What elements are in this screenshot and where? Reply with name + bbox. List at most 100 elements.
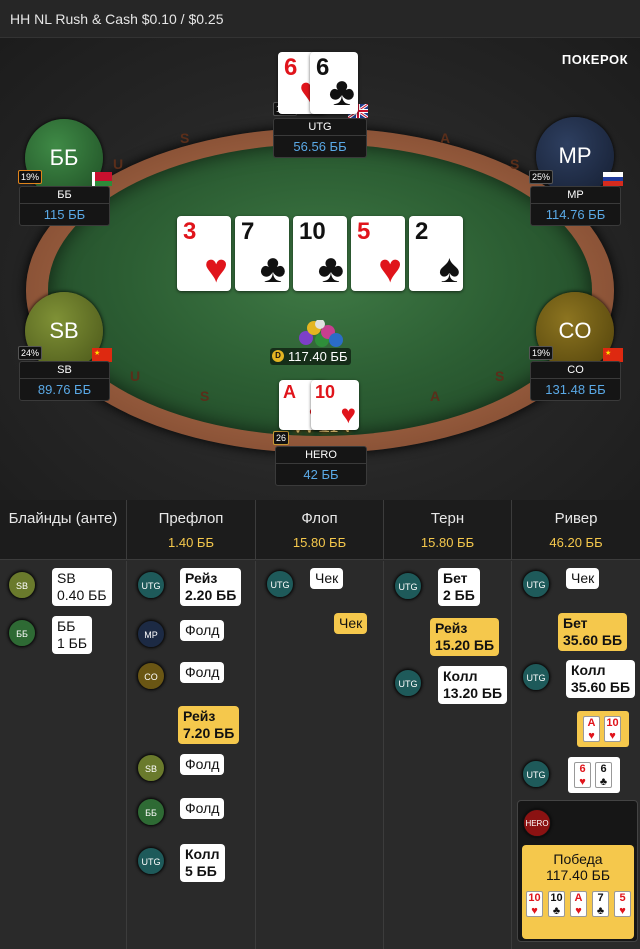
mp-nameplate[interactable]: MP 114.76 ББ bbox=[530, 186, 621, 226]
action-label: Рейз bbox=[435, 620, 468, 636]
china-flag-icon: ★ bbox=[92, 348, 112, 362]
card-rank: 6 bbox=[600, 763, 607, 775]
col-preflop-header[interactable]: Префлоп 1.40 ББ bbox=[127, 500, 256, 560]
position-icon: ББ bbox=[137, 798, 165, 826]
mp-stack: 114.76 ББ bbox=[545, 207, 606, 222]
card-suit: ♥ bbox=[531, 905, 538, 917]
co-nameplate[interactable]: CO 131.48 ББ bbox=[530, 361, 621, 401]
action-bubble: Рейз 15.20 ББ bbox=[430, 618, 500, 656]
col-pot: 15.80 ББ bbox=[420, 535, 475, 550]
co-stack: 131.48 ББ bbox=[545, 382, 606, 397]
action-bubble: Чек bbox=[566, 568, 600, 589]
mini-card: 10 ♥ bbox=[604, 716, 621, 742]
card-rank: 10 bbox=[299, 218, 326, 245]
card-suit: ♣ bbox=[599, 776, 608, 788]
card-rank: 6 bbox=[579, 763, 586, 775]
action-label: Колл bbox=[443, 668, 478, 684]
position-icon: UTG bbox=[394, 572, 422, 600]
board-card: 2 ♠ bbox=[409, 216, 463, 291]
pot-display: D 117.40 ББ bbox=[270, 348, 352, 365]
col-title: Префлоп bbox=[158, 510, 224, 527]
card-rank: 7 bbox=[597, 892, 604, 904]
action-amount: 15.20 ББ bbox=[435, 637, 495, 653]
rail-letter: S bbox=[495, 368, 505, 384]
action-bubble: Бет 35.60 ББ bbox=[558, 613, 628, 651]
action-label: ББ bbox=[57, 618, 76, 634]
card-suit: ♣ bbox=[259, 246, 286, 291]
action-bubble: Рейз 2.20 ББ bbox=[180, 568, 242, 606]
col-river-header[interactable]: Ривер 46.20 ББ bbox=[512, 500, 640, 560]
position-icon: CO bbox=[137, 662, 165, 690]
action-label: Чек bbox=[315, 570, 339, 586]
rail-letter: S bbox=[180, 130, 190, 146]
card-suit: ♥ bbox=[204, 246, 228, 291]
action-bubble: Чек bbox=[310, 568, 344, 589]
action-bubble: Фолд bbox=[180, 620, 225, 641]
winning-hand-cards: 10 ♥ 10 ♣ A ♥ 7 ♣ 5 ♥ bbox=[522, 883, 634, 923]
card-rank: A bbox=[587, 717, 596, 729]
board-card: 7 ♣ bbox=[235, 216, 289, 291]
col-blinds-header[interactable]: Блайнды (анте) bbox=[0, 500, 127, 560]
poker-table-area: ПОКЕРОК 19% UTG 56.56 ББ ББ 19% ББ 115 Б… bbox=[0, 38, 640, 500]
action-amount: 2 ББ bbox=[443, 587, 475, 603]
card-suit: ♥ bbox=[340, 400, 356, 429]
col-title: Блайнды (анте) bbox=[8, 510, 118, 527]
action-amount: 5 ББ bbox=[185, 863, 217, 879]
mp-name: MP bbox=[531, 187, 620, 204]
action-bubble: Фолд bbox=[180, 754, 225, 775]
rail-letter: U bbox=[113, 156, 124, 172]
card-suit: ♥ bbox=[575, 905, 582, 917]
hand-replayer: HH NL Rush & Cash $0.10 / $0.25 ПОКЕРОК … bbox=[0, 0, 640, 949]
action-bubble: ББ 1 ББ bbox=[52, 616, 93, 654]
hero-card: 10 ♥ bbox=[311, 380, 359, 430]
belarus-flag-icon bbox=[92, 172, 112, 186]
action-label: Фолд bbox=[185, 622, 220, 638]
chip-stack-icon bbox=[299, 320, 343, 347]
pokerok-logo: ПОКЕРОК bbox=[561, 52, 628, 67]
card-rank: 5 bbox=[357, 218, 371, 245]
action-label: SB bbox=[57, 570, 76, 586]
action-bubble: SB 0.40 ББ bbox=[52, 568, 112, 606]
card-suit: ♥ bbox=[619, 905, 626, 917]
action-label: Фолд bbox=[185, 756, 220, 772]
pot-amount: 117.40 ББ bbox=[288, 349, 348, 364]
action-bubble: Чек bbox=[334, 613, 368, 634]
col-pot: 1.40 ББ bbox=[168, 535, 214, 550]
card-suit: ♥ bbox=[579, 776, 586, 788]
bb-nameplate[interactable]: ББ 115 ББ bbox=[19, 186, 110, 226]
action-amount: 13.20 ББ bbox=[443, 685, 503, 701]
position-icon: UTG bbox=[266, 570, 294, 598]
card-rank: A bbox=[283, 382, 296, 402]
action-bubble: Колл 5 ББ bbox=[180, 844, 225, 882]
card-rank: 10 bbox=[528, 892, 541, 904]
action-label: Фолд bbox=[185, 664, 220, 680]
china-flag-icon: ★ bbox=[603, 348, 623, 362]
col-title: Флоп bbox=[301, 510, 338, 527]
action-amount: 0.40 ББ bbox=[57, 587, 107, 603]
rail-letter: S bbox=[510, 156, 520, 172]
position-icon: UTG bbox=[522, 663, 550, 691]
col-turn-header[interactable]: Терн 15.80 ББ bbox=[384, 500, 512, 560]
action-label: Чек bbox=[339, 615, 363, 631]
action-label: Колл bbox=[185, 846, 220, 862]
mini-card: A ♥ bbox=[583, 716, 600, 742]
position-icon: SB bbox=[137, 754, 165, 782]
card-rank: 2 bbox=[415, 218, 429, 245]
card-rank: 5 bbox=[619, 892, 626, 904]
col-flop-header[interactable]: Флоп 15.80 ББ bbox=[256, 500, 384, 560]
col-title: Ривер bbox=[554, 510, 598, 527]
sb-nameplate[interactable]: SB 89.76 ББ bbox=[19, 361, 110, 401]
sb-stack: 89.76 ББ bbox=[37, 382, 92, 397]
action-label: Бет bbox=[563, 615, 588, 631]
action-label: Бет bbox=[443, 570, 468, 586]
col-title: Терн bbox=[430, 510, 465, 527]
co-percent-badge: 19% bbox=[529, 346, 554, 360]
action-amount: 1 ББ bbox=[57, 635, 88, 651]
bb-name: ББ bbox=[20, 187, 109, 204]
rail-letter: S bbox=[200, 388, 210, 404]
board-card: 3 ♥ bbox=[177, 216, 231, 291]
hero-nameplate[interactable]: HERO 42 ББ bbox=[275, 446, 367, 486]
action-label: Фолд bbox=[185, 800, 220, 816]
position-icon: ББ bbox=[8, 619, 36, 647]
utg-nameplate[interactable]: UTG 56.56 ББ bbox=[273, 118, 367, 158]
